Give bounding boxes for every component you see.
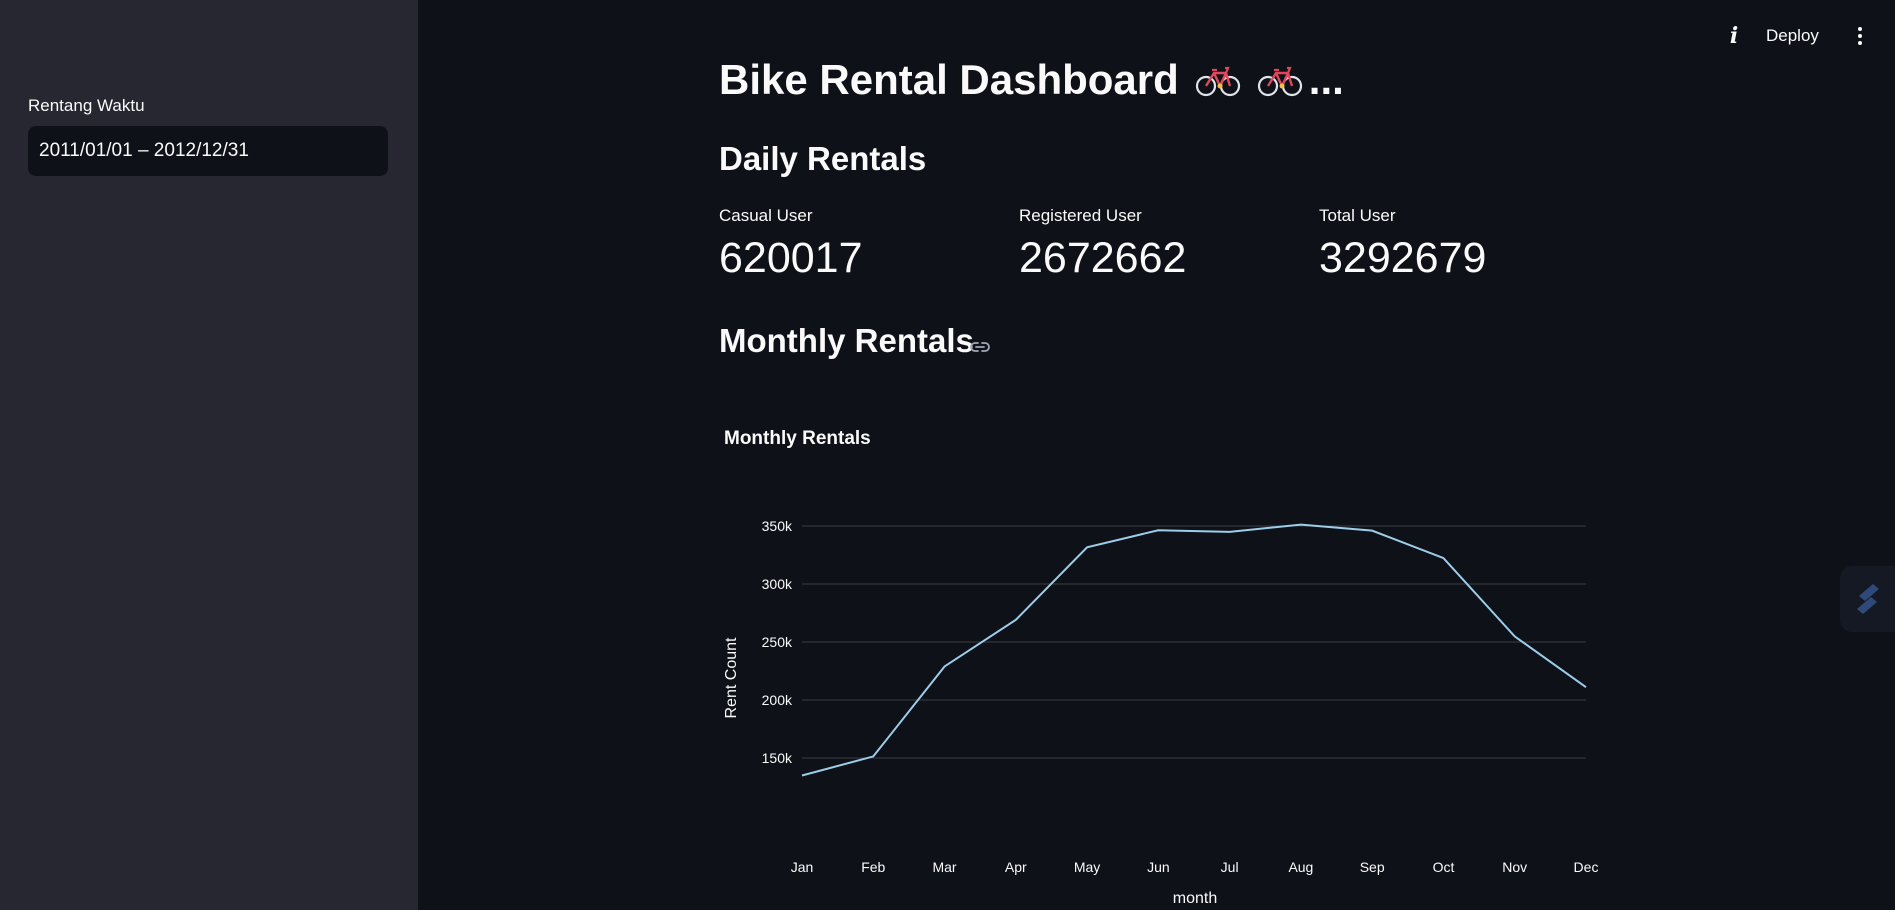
x-tick-label: Jul <box>1221 859 1239 875</box>
streamlit-tab[interactable] <box>1840 566 1895 632</box>
streamlit-logo-icon <box>1856 584 1879 614</box>
total-user-label: Total User <box>1319 206 1396 225</box>
link-icon[interactable] <box>968 335 992 359</box>
y-tick-label: 250k <box>762 634 793 650</box>
y-tick-label: 200k <box>762 692 793 708</box>
registered-user-label: Registered User <box>1019 206 1142 225</box>
x-tick-label: May <box>1074 859 1100 875</box>
bicycle-icon <box>1195 66 1240 97</box>
total-user-value: 3292679 <box>1319 234 1487 282</box>
x-tick-label: Feb <box>861 859 885 875</box>
chart-title: Monthly Rentals <box>724 428 871 449</box>
date-range-input[interactable]: 2011/01/01 – 2012/12/31 <box>28 126 388 176</box>
monthly-rentals-chart: Rent Count month 150k 200k 250k 300k 350k Ja… <box>723 518 1599 907</box>
x-axis-label: month <box>1173 890 1217 907</box>
monthly-rentals-heading: Monthly Rentals <box>719 322 974 359</box>
casual-user-value: 620017 <box>719 234 863 282</box>
x-tick-label: Nov <box>1502 859 1527 875</box>
sidebar: Rentang Waktu 2011/01/01 – 2012/12/31 <box>0 0 418 910</box>
x-tick-label: Mar <box>932 859 956 875</box>
casual-user-label: Casual User <box>719 206 813 225</box>
page-title-text: Bike Rental Dashboard <box>719 56 1179 103</box>
registered-user-value: 2672662 <box>1019 234 1187 282</box>
y-tick-label: 350k <box>762 518 793 534</box>
more-menu-icon[interactable] <box>1852 22 1868 50</box>
daily-rentals-heading: Daily Rentals <box>719 140 927 177</box>
page-title-suffix: ... <box>1308 56 1344 103</box>
x-tick-label: Sep <box>1360 859 1385 875</box>
y-axis-label: Rent Count <box>723 637 740 718</box>
date-range-label: Rentang Waktu <box>28 96 145 115</box>
y-tick-label: 300k <box>762 576 793 592</box>
page-title: Bike Rental Dashboard ... <box>719 56 1344 104</box>
deploy-button[interactable]: Deploy <box>1766 22 1819 50</box>
x-tick-label: Dec <box>1574 859 1599 875</box>
x-tick-label: Jun <box>1147 859 1170 875</box>
info-icon[interactable]: i <box>1722 22 1746 50</box>
bicycle-icon <box>1257 66 1302 97</box>
x-tick-label: Jan <box>791 859 814 875</box>
x-tick-label: Apr <box>1005 859 1027 875</box>
x-tick-label: Aug <box>1288 859 1313 875</box>
x-tick-label: Oct <box>1433 859 1455 875</box>
y-tick-label: 150k <box>762 750 793 766</box>
series-line <box>801 523 1587 777</box>
